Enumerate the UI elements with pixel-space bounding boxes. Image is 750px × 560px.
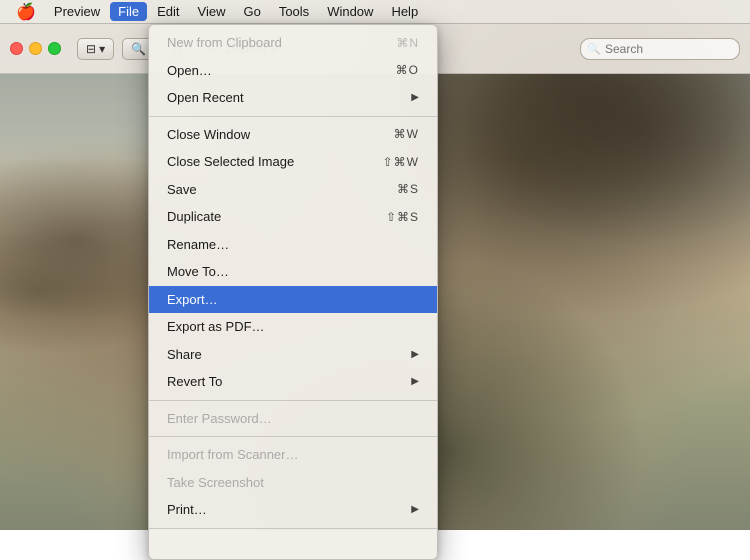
menu-label-revert-to: Revert To [167,372,222,392]
menu-label-export-pdf: Export as PDF… [167,317,265,337]
close-button[interactable] [10,42,23,55]
menu-shortcut-save: ⌘S [397,180,419,198]
menu-label-import-camera: Import from Scanner… [167,445,299,465]
menu-item-import-camera[interactable]: Import from Scanner… [149,441,437,469]
menu-item-duplicate[interactable]: Duplicate ⇧⌘S [149,203,437,231]
separator-1 [149,116,437,117]
separator-3 [149,436,437,437]
sidebar-toggle-button[interactable]: ⊟ ▾ [77,38,114,60]
dropdown-arrow-icon: ▾ [99,42,105,56]
menu-item-new-clipboard[interactable]: New from Clipboard ⌘N [149,29,437,57]
menubar-help[interactable]: Help [383,2,426,21]
menubar: 🍎 Preview File Edit View Go Tools Window… [0,0,750,24]
menu-item-take-screenshot[interactable]: Print… ▶ [149,496,437,524]
menu-label-open-recent: Open Recent [167,88,244,108]
search-wrapper: 🔍 [580,38,740,60]
menu-arrow-revert: ▶ [411,374,419,389]
menu-label-export: Export… [167,290,218,310]
menu-item-export-pdf[interactable]: Export as PDF… [149,313,437,341]
menu-shortcut-duplicate: ⇧⌘S [386,208,419,226]
separator-2 [149,400,437,401]
menu-label-save: Save [167,180,197,200]
menu-label-rename: Rename… [167,235,229,255]
menu-label-share: Share [167,345,202,365]
menu-item-print[interactable] [149,533,437,555]
file-menu-dropdown: New from Clipboard ⌘N Open… ⌘O Open Rece… [148,24,438,560]
menu-shortcut-close-selected: ⇧⌘W [383,153,419,171]
menu-shortcut-open: ⌘O [396,61,419,79]
menu-label-duplicate: Duplicate [167,207,221,227]
menu-item-open-recent[interactable]: Open Recent ▶ [149,84,437,112]
sidebar-icon: ⊟ [86,42,96,56]
menu-item-close-selected[interactable]: Close Selected Image ⇧⌘W [149,148,437,176]
menu-item-save[interactable]: Save ⌘S [149,176,437,204]
menu-arrow-share: ▶ [411,347,419,362]
menu-label-close-selected: Close Selected Image [167,152,294,172]
menu-item-enter-password[interactable]: Enter Password… [149,405,437,433]
menu-item-revert-to[interactable]: Revert To ▶ [149,368,437,396]
separator-4 [149,528,437,529]
menubar-edit[interactable]: Edit [149,2,187,21]
menu-shortcut-close-window: ⌘W [394,125,419,143]
menu-item-share[interactable]: Share ▶ [149,341,437,369]
menu-arrow-open-recent: ▶ [411,90,419,105]
menu-label-import-scanner: Take Screenshot [167,473,264,493]
minimize-button[interactable] [29,42,42,55]
menu-item-move-to[interactable]: Move To… [149,258,437,286]
menubar-tools[interactable]: Tools [271,2,317,21]
menu-item-rename[interactable]: Rename… [149,231,437,259]
menubar-go[interactable]: Go [235,2,268,21]
menubar-file[interactable]: File [110,2,147,21]
menu-label-new-clipboard: New from Clipboard [167,33,282,53]
menu-item-open[interactable]: Open… ⌘O [149,57,437,85]
search-input[interactable] [580,38,740,60]
menu-item-export[interactable]: Export… [149,286,437,314]
menu-arrow-screenshot: ▶ [411,502,419,517]
menubar-window[interactable]: Window [319,2,381,21]
zoom-icon: 🔍 [131,42,146,56]
menubar-preview[interactable]: Preview [46,2,108,21]
menu-label-close-window: Close Window [167,125,250,145]
menu-shortcut-new-clipboard: ⌘N [396,34,419,52]
menu-item-close-window[interactable]: Close Window ⌘W [149,121,437,149]
menu-label-take-screenshot: Print… [167,500,207,520]
menu-label-move-to: Move To… [167,262,229,282]
menu-label-enter-password: Enter Password… [167,409,272,429]
fullscreen-button[interactable] [48,42,61,55]
apple-menu[interactable]: 🍎 [8,0,44,24]
traffic-lights [10,42,61,55]
menu-label-open: Open… [167,61,212,81]
menubar-view[interactable]: View [190,2,234,21]
menu-item-import-scanner[interactable]: Take Screenshot [149,469,437,497]
